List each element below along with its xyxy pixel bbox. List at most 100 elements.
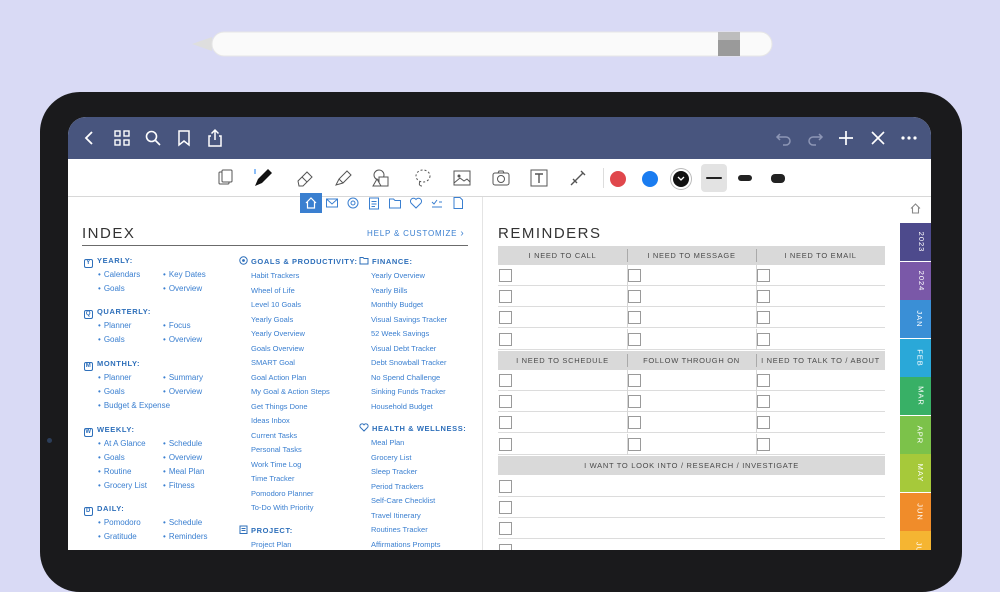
quarterly-section-title[interactable]: Q QUARTERLY:	[84, 307, 151, 319]
month-tab[interactable]: 2024	[900, 261, 931, 300]
search-icon[interactable]	[143, 128, 163, 148]
reminder-checkbox[interactable]	[757, 332, 770, 346]
index-link[interactable]: Period Trackers	[371, 482, 424, 491]
reminder-checkbox[interactable]	[628, 416, 641, 430]
thin-stroke-button[interactable]	[701, 164, 727, 192]
notes-icon[interactable]	[451, 196, 465, 210]
month-tab[interactable]: APR	[900, 415, 931, 454]
reminder-checkbox[interactable]	[499, 290, 512, 304]
index-link[interactable]: Visual Savings Tracker	[371, 315, 447, 324]
daily-section-title[interactable]: D DAILY:	[84, 504, 124, 516]
index-link[interactable]: Sleep Tracker	[371, 467, 417, 476]
reminder-checkbox[interactable]	[628, 290, 641, 304]
index-link[interactable]: Visual Debt Tracker	[371, 344, 436, 353]
image-icon[interactable]	[451, 167, 473, 189]
index-link[interactable]: Level 10 Goals	[251, 300, 301, 309]
reminder-checkbox[interactable]	[757, 416, 770, 430]
bookmark-icon[interactable]	[174, 128, 194, 148]
weekly-section-title[interactable]: W WEEKLY:	[84, 425, 135, 437]
yearly-section-title[interactable]: Y YEARLY:	[84, 256, 133, 268]
index-link[interactable]: Overview	[163, 284, 202, 293]
medium-stroke-button[interactable]	[738, 175, 752, 181]
redo-icon[interactable]	[805, 128, 825, 148]
index-link[interactable]: Goals	[98, 335, 125, 344]
reminder-checkbox[interactable]	[628, 437, 641, 451]
index-link[interactable]: Gratitude	[98, 532, 137, 541]
grid-icon[interactable]	[112, 128, 132, 148]
reminder-checkbox[interactable]	[499, 543, 512, 550]
index-link[interactable]: Planner	[98, 373, 132, 382]
index-link[interactable]: Key Dates	[163, 270, 206, 279]
reminder-checkbox[interactable]	[757, 311, 770, 325]
reminder-checkbox[interactable]	[499, 395, 512, 409]
reminder-checkbox[interactable]	[499, 311, 512, 325]
index-link[interactable]: Overview	[163, 387, 202, 396]
camera-icon[interactable]	[490, 167, 512, 189]
target-icon[interactable]	[346, 196, 360, 210]
index-link[interactable]: Routine	[98, 467, 132, 476]
index-link[interactable]: Travel Itinerary	[371, 511, 421, 520]
folder-icon[interactable]	[388, 196, 402, 210]
reminder-checkbox[interactable]	[628, 311, 641, 325]
reminder-checkbox[interactable]	[757, 290, 770, 304]
undo-icon[interactable]	[774, 128, 794, 148]
reminder-checkbox[interactable]	[499, 522, 512, 536]
index-link[interactable]: Household Budget	[371, 402, 433, 411]
index-link[interactable]: Meal Plan	[371, 438, 404, 447]
index-link[interactable]: To-Do With Priority	[251, 503, 314, 512]
lasso-icon[interactable]	[412, 167, 434, 189]
index-link[interactable]: Reminders	[163, 532, 208, 541]
month-tab[interactable]: FEB	[900, 338, 931, 377]
month-tab[interactable]: 2023	[900, 223, 931, 261]
index-link[interactable]: Goal Action Plan	[251, 373, 306, 382]
index-link[interactable]: Affirmations Prompts	[371, 540, 440, 549]
black-color-swatch[interactable]	[673, 171, 689, 187]
red-color-swatch[interactable]	[610, 171, 626, 187]
index-link[interactable]: Current Tasks	[251, 431, 297, 440]
pen-icon[interactable]	[252, 167, 274, 189]
index-link[interactable]: SMART Goal	[251, 358, 295, 367]
index-link[interactable]: Calendars	[98, 270, 140, 279]
reminder-checkbox[interactable]	[628, 395, 641, 409]
reminder-checkbox[interactable]	[499, 437, 512, 451]
reminder-checkbox[interactable]	[757, 374, 770, 387]
reminder-checkbox[interactable]	[628, 374, 641, 387]
index-link[interactable]: Monthly Budget	[371, 300, 423, 309]
index-link[interactable]: Goals Overview	[251, 344, 304, 353]
text-icon[interactable]	[528, 167, 550, 189]
heart-icon[interactable]	[409, 196, 423, 210]
month-tab[interactable]: JAN	[900, 300, 931, 338]
index-link[interactable]: Project Plan	[251, 540, 291, 549]
index-link[interactable]: Sinking Funds Tracker	[371, 387, 446, 396]
page-icon[interactable]	[214, 167, 236, 189]
index-link[interactable]: 52 Week Savings	[371, 329, 429, 338]
goals-productivity-section-title[interactable]: GOALS & PRODUCTIVITY:	[239, 256, 358, 266]
index-link[interactable]: Budget & Expense	[98, 401, 170, 410]
index-link[interactable]: No Spend Challenge	[371, 373, 440, 382]
index-link[interactable]: Schedule	[163, 439, 202, 448]
shapes-icon[interactable]	[370, 167, 392, 189]
index-link[interactable]: Personal Tasks	[251, 445, 302, 454]
blue-color-swatch[interactable]	[642, 171, 658, 187]
index-link[interactable]: Grocery List	[371, 453, 411, 462]
month-tab[interactable]: JUN	[900, 492, 931, 531]
checklist-icon[interactable]	[430, 196, 444, 210]
index-link[interactable]: Yearly Overview	[251, 329, 305, 338]
index-link[interactable]: Planner	[98, 321, 132, 330]
reminder-checkbox[interactable]	[628, 332, 641, 346]
index-link[interactable]: Pomodoro	[98, 518, 141, 527]
reminder-checkbox[interactable]	[499, 416, 512, 430]
index-link[interactable]: At A Glance	[98, 439, 146, 448]
month-tab[interactable]: MAR	[900, 377, 931, 415]
finance-section-title[interactable]: FINANCE:	[359, 256, 413, 266]
index-link[interactable]: Yearly Overview	[371, 271, 425, 280]
index-link[interactable]: Work Time Log	[251, 460, 301, 469]
index-link[interactable]: Debt Snowball Tracker	[371, 358, 446, 367]
reminder-checkbox[interactable]	[757, 269, 770, 282]
plus-icon[interactable]	[836, 128, 856, 148]
index-link[interactable]: Meal Plan	[163, 467, 205, 476]
reminder-checkbox[interactable]	[757, 395, 770, 409]
index-link[interactable]: Grocery List	[98, 481, 147, 490]
home-icon[interactable]	[909, 202, 922, 215]
index-link[interactable]: Focus	[163, 321, 191, 330]
